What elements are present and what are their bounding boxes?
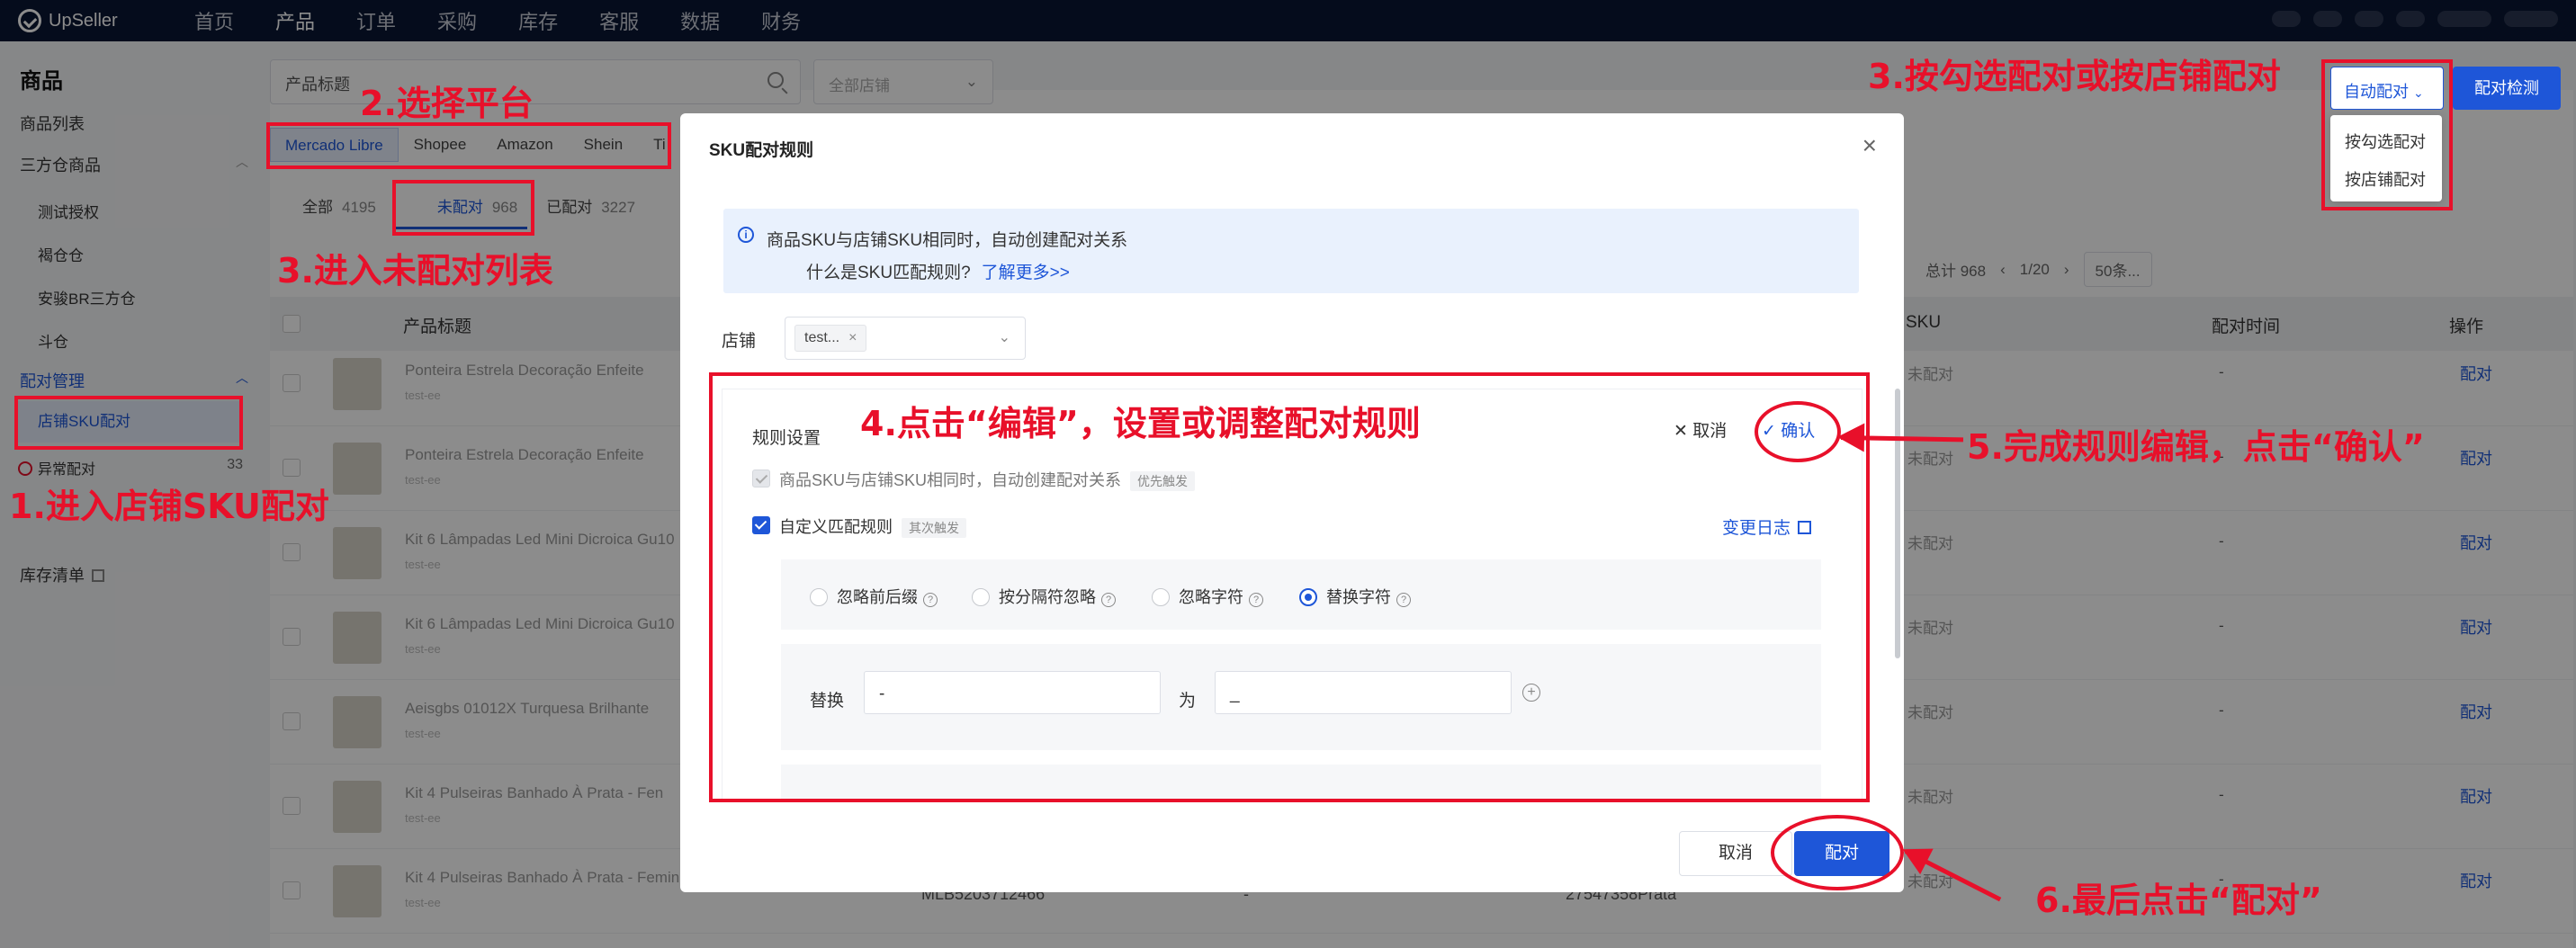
annotation-step-5: 5.完成规则编辑，点击“确认” [1967, 427, 2425, 467]
annotation-box-platforms [266, 122, 671, 169]
learn-more-link[interactable]: 了解更多>> [982, 264, 1070, 282]
chevron-down-icon: ⌄ [998, 330, 1010, 345]
annotation-step-2: 2.选择平台 [360, 84, 534, 123]
annotation-box-unpaired-tab [392, 180, 534, 236]
close-icon[interactable]: × [1862, 131, 1877, 160]
annotation-step-3b: 3.按勾选配对或按店铺配对 [1868, 57, 2281, 96]
modal-title: SKU配对规则 [709, 141, 814, 160]
info-box: i 商品SKU与店铺SKU相同时，自动创建配对关系 什么是SKU匹配规则? 了解更… [723, 209, 1859, 293]
annotation-step-1: 1.进入店铺SKU配对 [9, 487, 329, 526]
pair-detect-button[interactable]: 配对检测 [2453, 67, 2561, 110]
store-tag-label: test... [804, 330, 840, 345]
annotation-box-auto-pair [2321, 59, 2453, 210]
annotation-box-sidebar [14, 396, 243, 450]
info-icon: i [738, 227, 754, 243]
store-tag: test... × [794, 325, 867, 352]
store-multi-select[interactable]: test... × ⌄ [785, 317, 1026, 360]
annotation-circle-confirm [1755, 401, 1841, 462]
info-line-1: 商品SKU与店铺SKU相同时，自动创建配对关系 [767, 231, 1128, 250]
annotation-circle-pair [1771, 815, 1904, 890]
info-line-2: 什么是SKU匹配规则? 了解更多>> [806, 259, 1070, 283]
tag-close-icon[interactable]: × [848, 330, 857, 345]
annotation-step-4: 4.点击“编辑”，设置或调整配对规则 [860, 404, 1421, 443]
info-question: 什么是SKU匹配规则? [806, 264, 971, 282]
store-label: 店铺 [722, 332, 757, 351]
scrollbar[interactable] [1895, 389, 1900, 658]
annotation-step-3: 3.进入未配对列表 [277, 251, 553, 291]
annotation-step-6: 6.最后点击“配对” [2035, 881, 2322, 920]
